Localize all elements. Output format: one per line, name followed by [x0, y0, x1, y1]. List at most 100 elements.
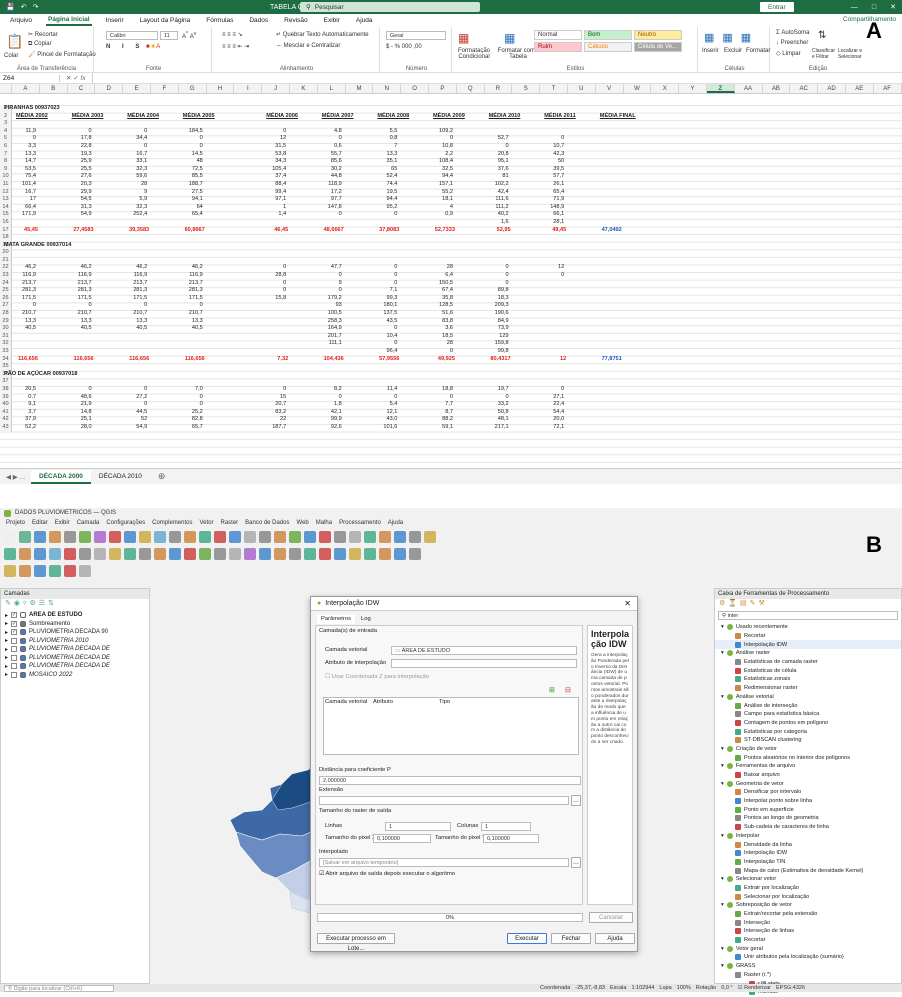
cell[interactable]: 34,4: [123, 135, 147, 143]
ribbon-tab-8[interactable]: Ajuda: [354, 16, 375, 25]
cell[interactable]: 11,9: [12, 128, 36, 136]
bold-italic-underline[interactable]: N I S: [106, 44, 144, 50]
cell[interactable]: 65,4: [540, 189, 564, 197]
menu-7[interactable]: Raster: [220, 520, 238, 526]
cell[interactable]: 44,8: [318, 173, 342, 181]
toolbox-item[interactable]: Densidade da linha: [715, 840, 901, 849]
average-cell[interactable]: 104,436: [318, 356, 344, 364]
cell[interactable]: 40,5: [68, 325, 92, 333]
cell[interactable]: 13,3: [179, 318, 203, 326]
formula-input[interactable]: [91, 72, 902, 84]
format-button[interactable]: Formatar: [746, 48, 770, 54]
toolbar-icon[interactable]: [94, 530, 106, 543]
cell[interactable]: 179,2: [318, 295, 342, 303]
grow-font-icon[interactable]: A^ Av: [182, 31, 196, 40]
cell[interactable]: 116,9: [68, 272, 92, 280]
toolbox-group[interactable]: ▾ Ferramentas de arquivo: [715, 762, 901, 771]
cell[interactable]: 0: [123, 302, 147, 310]
cell[interactable]: 0: [373, 280, 397, 288]
cell[interactable]: 33,2: [485, 401, 509, 409]
cell[interactable]: 128,5: [429, 302, 453, 310]
row-number[interactable]: 23: [0, 272, 12, 280]
format-painter-button[interactable]: 🖌 Pincel de Formatação: [28, 51, 96, 58]
column-header-X[interactable]: X: [651, 84, 680, 93]
layer-item[interactable]: ▸ ✓ AREA DE ESTUDO: [1, 611, 149, 620]
toolbox-group[interactable]: ▾ Sobreposição de vetor: [715, 901, 901, 910]
zoom-value[interactable]: 100%: [677, 985, 691, 991]
cell[interactable]: 9,1: [12, 401, 36, 409]
cell[interactable]: 164,9: [318, 325, 342, 333]
cell[interactable]: 180,1: [373, 302, 397, 310]
cell[interactable]: 40,5: [123, 325, 147, 333]
cell[interactable]: 33,1: [123, 158, 147, 166]
clear-button[interactable]: ◇ Limpar: [776, 50, 801, 57]
cell[interactable]: 0: [485, 394, 508, 402]
cell[interactable]: 159,8: [485, 340, 509, 348]
cell[interactable]: 0: [540, 386, 564, 394]
cell[interactable]: 29,9: [68, 189, 92, 197]
toolbar-icon[interactable]: [79, 547, 91, 560]
cell[interactable]: 12: [262, 135, 286, 143]
cell[interactable]: 74,4: [373, 181, 398, 189]
column-header-C[interactable]: C: [68, 84, 96, 93]
toolbox-item[interactable]: Interpolação IDW: [715, 849, 901, 858]
cell[interactable]: 28,8: [262, 272, 286, 280]
cell[interactable]: 22: [262, 416, 286, 424]
cell[interactable]: 8,2: [318, 386, 342, 394]
cell[interactable]: 148,9: [540, 204, 564, 212]
cell[interactable]: 101,4: [12, 181, 36, 189]
menu-1[interactable]: Editar: [32, 520, 48, 526]
cell[interactable]: 213,7: [179, 280, 203, 288]
cell[interactable]: 281,3: [12, 287, 36, 295]
cell[interactable]: 0: [318, 272, 342, 280]
cell[interactable]: 27,6: [68, 173, 92, 181]
distance-input[interactable]: 2,000000: [319, 776, 581, 785]
layer-checkbox[interactable]: [11, 663, 18, 670]
column-header-M[interactable]: M: [346, 84, 374, 93]
cell[interactable]: 0: [429, 348, 453, 356]
fill-button[interactable]: ↓ Preencher: [776, 40, 808, 46]
column-header-K[interactable]: K: [290, 84, 318, 93]
cell[interactable]: 32,3: [123, 166, 147, 174]
cell[interactable]: 54,9: [68, 211, 92, 219]
cell[interactable]: 0: [262, 264, 286, 272]
cell[interactable]: 0: [262, 128, 286, 136]
cell[interactable]: 0: [429, 394, 453, 402]
output-input[interactable]: [Salvar em arquivo temporário]: [319, 858, 569, 867]
cell[interactable]: 0: [179, 302, 203, 310]
menu-0[interactable]: Projeto: [6, 520, 25, 526]
row-number[interactable]: 2: [0, 112, 12, 121]
cell[interactable]: 22,8: [68, 143, 92, 151]
column-header-W[interactable]: W: [624, 84, 652, 93]
cell[interactable]: 187,7: [262, 424, 286, 432]
toolbox-item[interactable]: Análise de interseção: [715, 701, 901, 710]
toolbox-item[interactable]: Estatísticas zonais: [715, 675, 901, 684]
select-all-corner[interactable]: [0, 84, 12, 93]
cell[interactable]: 28: [429, 264, 453, 272]
cell[interactable]: 12,1: [373, 409, 398, 417]
cell[interactable]: 0,6: [318, 143, 342, 151]
close-icon[interactable]: ✕: [890, 3, 896, 11]
cell[interactable]: 8,7: [429, 409, 453, 417]
toolbar-icon[interactable]: [4, 564, 16, 577]
toolbar-icon[interactable]: [319, 530, 331, 543]
number-format-select[interactable]: Geral: [386, 31, 446, 40]
average-cell[interactable]: 52,7333: [429, 227, 455, 235]
cell[interactable]: 0: [318, 394, 342, 402]
menu-4[interactable]: Configurações: [106, 520, 145, 526]
cell[interactable]: 0: [68, 128, 91, 136]
toolbox-group[interactable]: ▾ Usado recentemente: [715, 623, 901, 632]
toolbar-icon[interactable]: [154, 530, 166, 543]
cell[interactable]: 50: [540, 158, 564, 166]
average-cell[interactable]: 116,656: [68, 356, 94, 364]
cell[interactable]: 93: [318, 302, 342, 310]
toolbar-icon[interactable]: [199, 530, 211, 543]
column-header-AC[interactable]: AC: [790, 84, 819, 93]
cell[interactable]: 18,1: [429, 196, 453, 204]
menu-2[interactable]: Exibir: [55, 520, 70, 526]
row-number[interactable]: 33: [0, 348, 12, 356]
layer-item[interactable]: ▸ PLUVIOMETRIA DECADA DE: [1, 662, 149, 671]
toolbox-item[interactable]: Extrair/recortar pela extensão: [715, 910, 901, 919]
rows-input[interactable]: 1: [385, 822, 451, 831]
toolbox-item[interactable]: Contagem de pontos em polígono: [715, 719, 901, 728]
